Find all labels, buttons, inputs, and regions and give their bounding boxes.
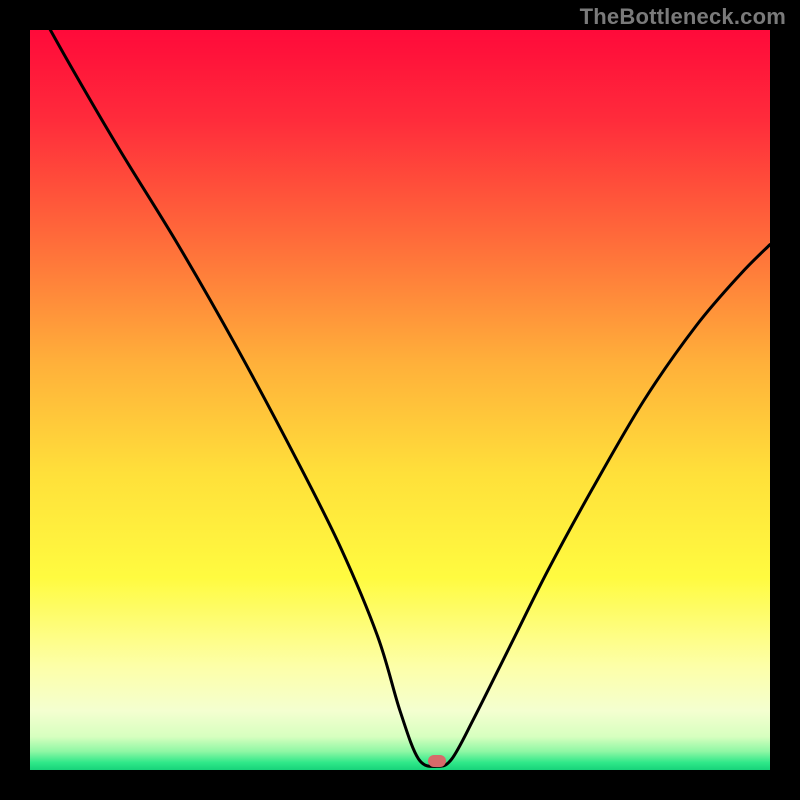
bottleneck-chart: [30, 30, 770, 770]
chart-frame: TheBottleneck.com: [0, 0, 800, 800]
gradient-background: [30, 30, 770, 770]
watermark-text: TheBottleneck.com: [580, 4, 786, 30]
bottleneck-marker: [428, 755, 446, 767]
